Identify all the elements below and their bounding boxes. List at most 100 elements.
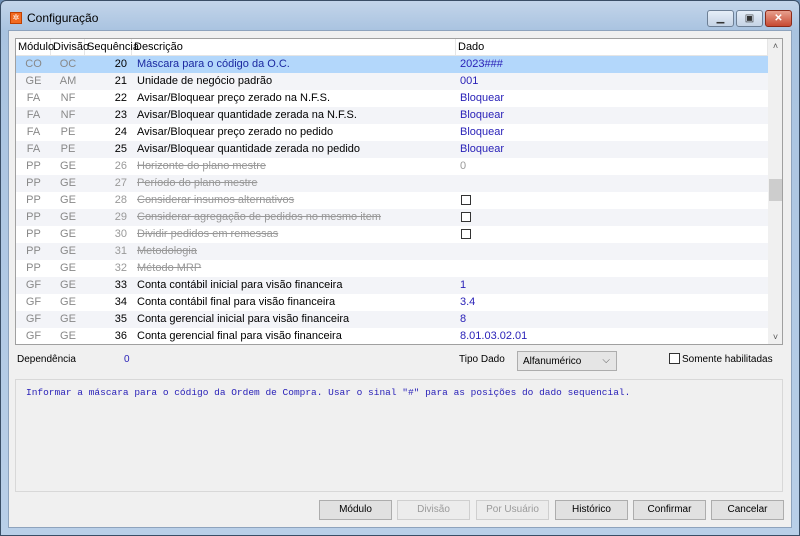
cell-descricao: Máscara para o código da O.C.	[137, 58, 290, 70]
cell-dado	[456, 175, 768, 192]
tipo-dado-value: Alfanumérico	[523, 356, 582, 367]
cell-modulo: PP	[26, 160, 41, 172]
cell-seq: 24	[114, 126, 127, 138]
cell-dado: Bloquear	[460, 126, 505, 138]
table-row[interactable]: CO OC 20 Máscara para o código da O.C. 2023#…	[16, 56, 768, 73]
cell-divisao: GE	[60, 313, 76, 325]
col-header-dado[interactable]: Dado	[456, 39, 768, 55]
config-grid: Módulo Divisão Sequência Descrição Dado …	[15, 38, 783, 345]
cell-descricao: Unidade de negócio padrão	[137, 75, 273, 87]
cell-modulo: FA	[26, 126, 41, 138]
cell-descricao: Método MRP	[137, 262, 202, 274]
minimize-button[interactable]: ▁	[707, 10, 734, 27]
table-row[interactable]: FA NF 23 Avisar/Bloquear quantidade zerada …	[16, 107, 768, 124]
dependencia-label: Dependência	[17, 354, 76, 365]
somente-habilitadas-checkbox[interactable]	[669, 353, 680, 364]
divisao-button[interactable]: Divisão	[397, 500, 470, 520]
description-memo[interactable]: Informar a máscara para o código da Orde…	[15, 379, 783, 492]
col-header-modulo[interactable]: Módulo	[16, 39, 54, 55]
table-row[interactable]: GF GE 35 Conta gerencial inicial para visão…	[16, 311, 768, 328]
cell-dado: 001	[460, 75, 479, 87]
cell-divisao: GE	[60, 160, 76, 172]
cell-dado: 8	[460, 313, 467, 325]
cell-seq: 20	[114, 58, 127, 70]
cell-divisao: OC	[59, 58, 77, 70]
table-row[interactable]: PP GE 29 Considerar agregação de pedidos no…	[16, 209, 768, 226]
cell-dado: Bloquear	[460, 143, 505, 155]
table-row[interactable]: FA PE 25 Avisar/Bloquear quantidade zerada …	[16, 141, 768, 158]
checkbox[interactable]	[461, 195, 471, 206]
cell-descricao: Avisar/Bloquear preço zerado no pedido	[137, 126, 334, 138]
table-row[interactable]: FA NF 22 Avisar/Bloquear preço zerado na N.…	[16, 90, 768, 107]
table-row[interactable]: PP GE 28 Considerar insumos alternativos	[16, 192, 768, 209]
confirmar-button[interactable]: Confirmar	[633, 500, 706, 520]
table-row[interactable]: PP GE 26 Horizonte do plano mestre 0	[16, 158, 768, 175]
por-usuario-button[interactable]: Por Usuário	[476, 500, 549, 520]
col-header-divisao[interactable]: Divisão	[51, 39, 89, 55]
vertical-scrollbar[interactable]: ˄ ˅	[768, 39, 782, 344]
scroll-thumb[interactable]	[769, 179, 782, 201]
cell-dado	[456, 260, 768, 277]
cell-modulo: GF	[25, 296, 42, 308]
cell-modulo: PP	[26, 228, 41, 240]
modulo-button[interactable]: Módulo	[319, 500, 392, 520]
cell-seq: 25	[114, 143, 127, 155]
cell-descricao: Considerar insumos alternativos	[137, 194, 295, 206]
cell-seq: 36	[114, 330, 127, 342]
col-header-descricao[interactable]: Descrição	[132, 39, 456, 55]
cell-descricao: Considerar agregação de pedidos no mesmo…	[137, 211, 381, 223]
historico-button[interactable]: Histórico	[555, 500, 628, 520]
cell-modulo: PP	[26, 245, 41, 257]
chevron-down-icon: ⌵	[602, 355, 610, 366]
cell-modulo: PP	[26, 262, 41, 274]
cell-descricao: Período do plano mestre	[137, 177, 258, 189]
cell-modulo: PP	[26, 177, 41, 189]
cell-seq: 32	[114, 262, 127, 274]
cell-descricao: Conta gerencial inicial para visão finan…	[137, 313, 350, 325]
checkbox[interactable]	[461, 229, 471, 240]
table-row[interactable]: FA PE 24 Avisar/Bloquear preço zerado no pe…	[16, 124, 768, 141]
cell-seq: 30	[114, 228, 127, 240]
cell-divisao: GE	[60, 330, 76, 342]
table-row[interactable]: PP GE 32 Método MRP	[16, 260, 768, 277]
cell-descricao: Horizonte do plano mestre	[137, 160, 267, 172]
scroll-up-icon[interactable]: ˄	[768, 41, 782, 51]
cell-divisao: NF	[60, 92, 76, 104]
cell-modulo: GE	[25, 75, 42, 87]
cell-divisao: GE	[60, 279, 76, 291]
table-row[interactable]: GF GE 36 Conta gerencial final para visão f…	[16, 328, 768, 344]
table-row[interactable]: GF GE 33 Conta contábil inicial para visão …	[16, 277, 768, 294]
tipo-dado-select[interactable]: Alfanumérico ⌵	[517, 351, 617, 371]
window-title: Configuração	[27, 11, 99, 25]
cell-descricao: Avisar/Bloquear quantidade zerada no ped…	[137, 143, 361, 155]
cell-dado: 1	[460, 279, 467, 291]
table-row[interactable]: PP GE 30 Dividir pedidos em remessas	[16, 226, 768, 243]
cell-modulo: GF	[25, 279, 42, 291]
close-button[interactable]: ✕	[765, 10, 792, 27]
cell-modulo: CO	[25, 58, 42, 70]
cell-dado: Bloquear	[460, 92, 505, 104]
somente-habilitadas-label[interactable]: Somente habilitadas	[682, 354, 773, 365]
cell-seq: 33	[114, 279, 127, 291]
scroll-down-icon[interactable]: ˅	[768, 332, 782, 342]
maximize-button[interactable]: ▣	[736, 10, 763, 27]
cell-modulo: GF	[25, 313, 42, 325]
col-header-sequencia[interactable]: Sequência	[85, 39, 139, 55]
table-row[interactable]: GF GE 34 Conta contábil final para visão fi…	[16, 294, 768, 311]
cell-divisao: GE	[60, 228, 76, 240]
cell-divisao: GE	[60, 211, 76, 223]
cell-modulo: FA	[26, 109, 41, 121]
dependencia-value: 0	[124, 354, 130, 365]
table-row[interactable]: PP GE 27 Período do plano mestre	[16, 175, 768, 192]
checkbox[interactable]	[461, 212, 471, 223]
table-row[interactable]: PP GE 31 Metodologia	[16, 243, 768, 260]
cell-seq: 21	[114, 75, 127, 87]
grid-header: Módulo Divisão Sequência Descrição Dado	[16, 39, 768, 56]
cell-seq: 29	[114, 211, 127, 223]
cancelar-button[interactable]: Cancelar	[711, 500, 784, 520]
cell-descricao: Conta contábil final para visão financei…	[137, 296, 336, 308]
cell-seq: 27	[114, 177, 127, 189]
cell-descricao: Dividir pedidos em remessas	[137, 228, 279, 240]
cell-descricao: Metodologia	[137, 245, 197, 257]
table-row[interactable]: GE AM 21 Unidade de negócio padrão 001	[16, 73, 768, 90]
